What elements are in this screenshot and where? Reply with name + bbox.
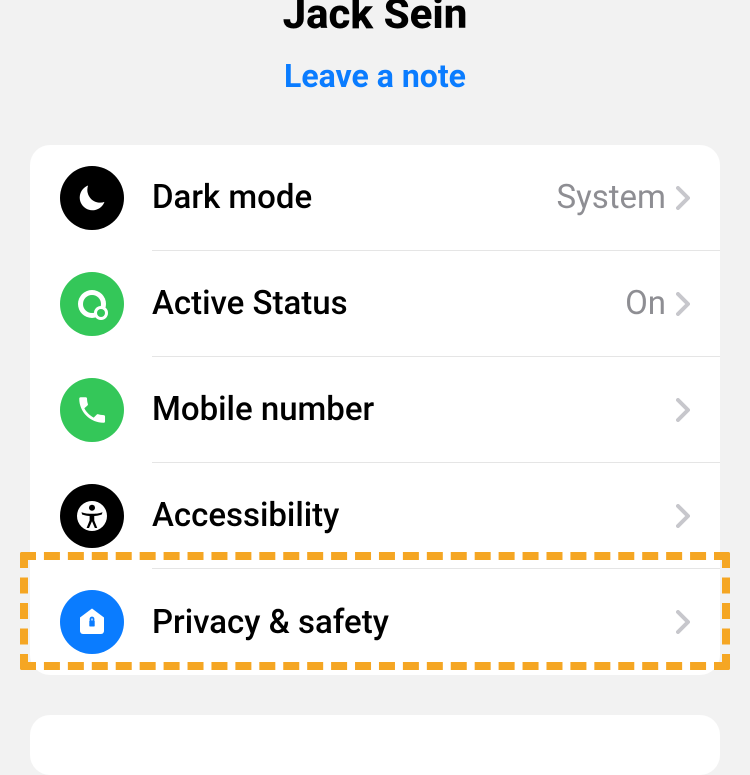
shield-home-icon: [60, 590, 124, 654]
settings-card: Dark mode System Active Status On: [30, 145, 720, 675]
row-active-status[interactable]: Active Status On: [30, 251, 720, 357]
next-card: [30, 715, 720, 775]
chevron-right-icon: [676, 292, 690, 316]
phone-icon: [60, 378, 124, 442]
row-label: Accessibility: [152, 496, 676, 535]
moon-icon: [60, 166, 124, 230]
accessibility-icon: [60, 484, 124, 548]
chevron-right-icon: [676, 610, 690, 634]
row-label: Mobile number: [152, 390, 676, 429]
row-label: Privacy & safety: [152, 603, 676, 642]
row-label: Dark mode: [152, 178, 557, 217]
profile-name: Jack Sein: [0, 0, 750, 39]
chevron-right-icon: [676, 398, 690, 422]
chevron-right-icon: [676, 504, 690, 528]
row-mobile-number[interactable]: Mobile number: [30, 357, 720, 463]
status-dot-icon: [60, 272, 124, 336]
row-accessibility[interactable]: Accessibility: [30, 463, 720, 569]
row-label: Active Status: [152, 284, 625, 323]
row-value: On: [625, 284, 666, 323]
row-dark-mode[interactable]: Dark mode System: [30, 145, 720, 251]
row-value: System: [557, 178, 666, 217]
leave-note-link[interactable]: Leave a note: [284, 57, 466, 95]
row-privacy-safety[interactable]: Privacy & safety: [30, 569, 720, 675]
chevron-right-icon: [676, 186, 690, 210]
